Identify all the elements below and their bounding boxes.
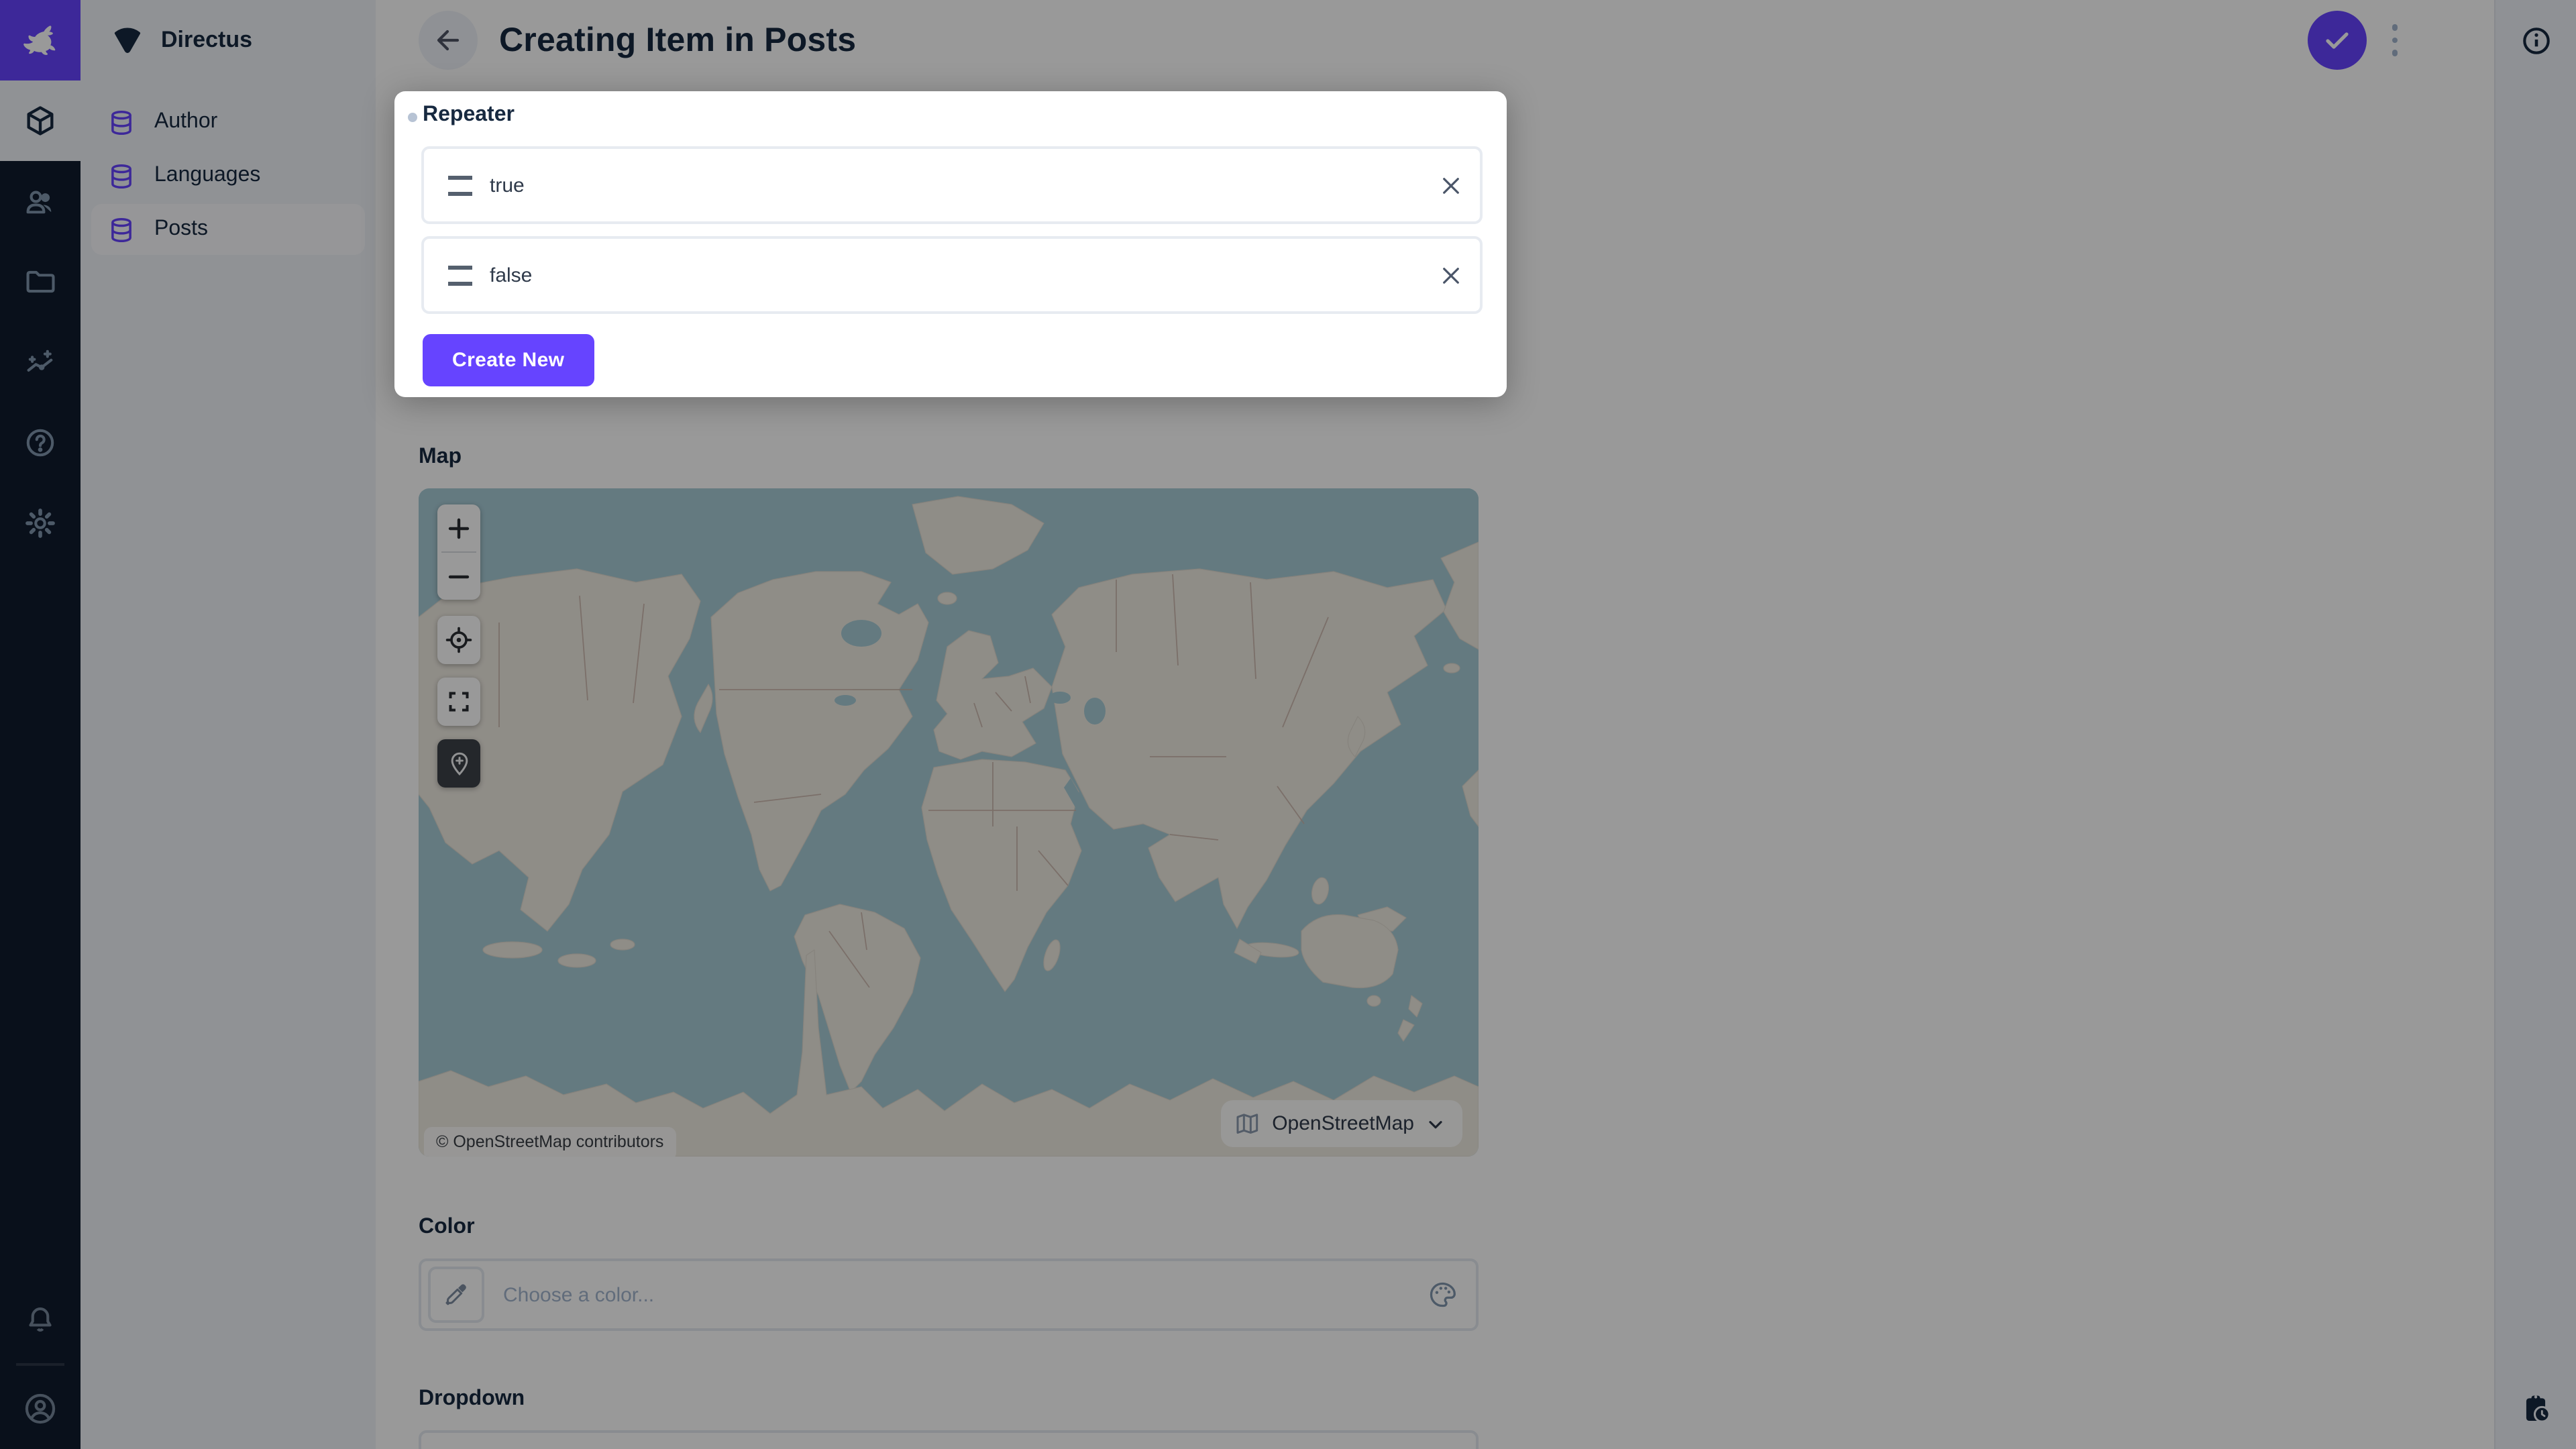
close-x-icon: [1438, 262, 1463, 288]
close-x-icon: [1438, 172, 1463, 198]
remove-row-button[interactable]: [1424, 248, 1477, 302]
repeater-row-value: true: [472, 174, 1424, 197]
repeater-row[interactable]: false: [421, 236, 1483, 314]
repeater-field-label: Repeater: [423, 103, 515, 127]
drag-handle-icon[interactable]: [448, 175, 472, 195]
remove-row-button[interactable]: [1424, 158, 1477, 212]
repeater-row[interactable]: true: [421, 146, 1483, 224]
create-new-button[interactable]: Create New: [423, 334, 594, 386]
directus-app: Directus Author Languages Posts Creating…: [0, 0, 2576, 1449]
repeater-popover: Repeater true false Create New: [394, 91, 1507, 397]
repeater-row-value: false: [472, 264, 1424, 286]
drag-handle-icon[interactable]: [448, 265, 472, 285]
edited-indicator-dot: [408, 113, 417, 122]
